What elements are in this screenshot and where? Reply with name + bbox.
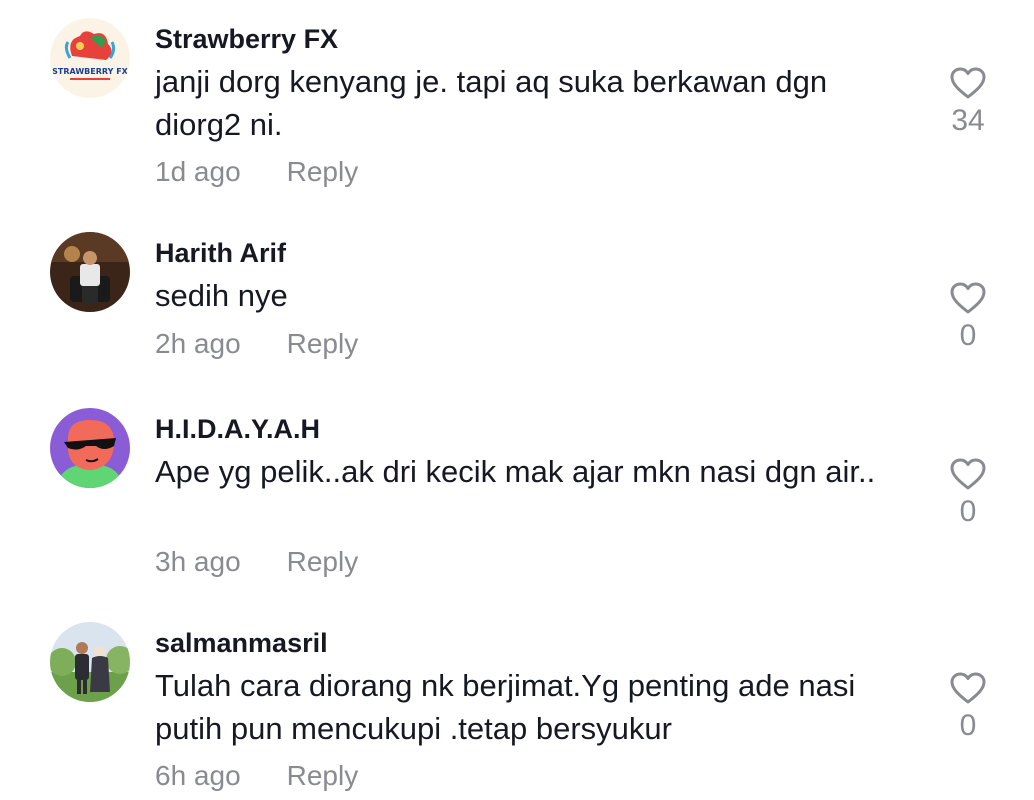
like-count: 34	[951, 104, 985, 137]
comment-meta: 3h ago Reply	[155, 546, 358, 578]
like-count: 0	[959, 319, 977, 352]
comment-meta: 6h ago Reply	[155, 760, 358, 792]
comment-text: Ape yg pelik..ak dri kecik mak ajar mkn …	[155, 454, 876, 489]
avatar[interactable]	[50, 622, 130, 702]
avatar[interactable]	[50, 232, 130, 312]
like-count: 0	[959, 495, 977, 528]
comment-time: 2h ago	[155, 328, 241, 359]
cartoon-face-icon	[50, 408, 130, 488]
like-control[interactable]: 0	[940, 457, 996, 529]
like-count: 0	[959, 709, 977, 742]
heart-outline-icon[interactable]	[949, 281, 987, 315]
heart-outline-icon[interactable]	[949, 671, 987, 705]
heart-outline-icon[interactable]	[949, 457, 987, 491]
comment-text: Tulah cara diorang nk berjimat.Yg pentin…	[155, 668, 856, 746]
comment-username[interactable]: H.I.D.A.Y.A.H	[155, 414, 320, 445]
like-control[interactable]: 34	[940, 66, 996, 138]
avatar[interactable]: STRAWBERRY FX	[50, 18, 130, 98]
comment-time: 1d ago	[155, 156, 241, 187]
reply-button[interactable]: Reply	[287, 156, 359, 187]
comment-time: 6h ago	[155, 760, 241, 791]
like-control[interactable]: 0	[940, 281, 996, 353]
svg-text:STRAWBERRY FX: STRAWBERRY FX	[52, 67, 129, 76]
reply-button[interactable]: Reply	[287, 328, 359, 359]
person-photo-icon	[50, 232, 130, 312]
comment-text: janji dorg kenyang je. tapi aq suka berk…	[155, 64, 828, 142]
comment-username[interactable]: salmanmasril	[155, 628, 328, 659]
reply-button[interactable]: Reply	[287, 760, 359, 791]
heart-outline-icon[interactable]	[949, 66, 987, 100]
couple-photo-icon	[50, 622, 130, 702]
comment-meta: 1d ago Reply	[155, 156, 358, 188]
comment-meta: 2h ago Reply	[155, 328, 358, 360]
comment-text: sedih nye	[155, 278, 288, 313]
avatar[interactable]	[50, 408, 130, 488]
strawberry-fx-logo-icon: STRAWBERRY FX	[50, 18, 130, 98]
comment-time: 3h ago	[155, 546, 241, 577]
comment-username[interactable]: Strawberry FX	[155, 24, 338, 55]
like-control[interactable]: 0	[940, 671, 996, 743]
reply-button[interactable]: Reply	[287, 546, 359, 577]
comment-username[interactable]: Harith Arif	[155, 238, 286, 269]
